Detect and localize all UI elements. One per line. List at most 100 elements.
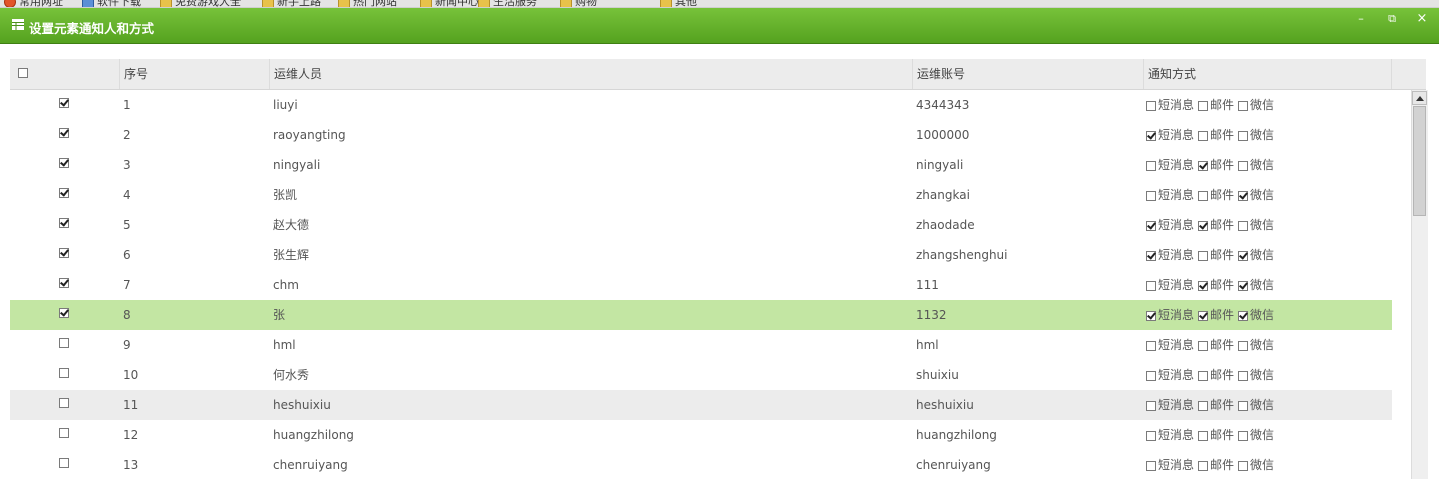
bookmark-item[interactable]: 热门网站 [338, 0, 397, 7]
notify-option-email[interactable]: 邮件 [1198, 240, 1234, 270]
bookmark-item[interactable]: 常用网址 [4, 0, 63, 7]
row-select-checkbox[interactable] [59, 128, 69, 138]
notify-option-sms[interactable]: 短消息 [1146, 450, 1194, 480]
sms-checkbox[interactable] [1146, 340, 1156, 351]
bookmark-item[interactable]: 免费游戏大全 [160, 0, 241, 7]
email-checkbox[interactable] [1198, 130, 1209, 141]
table-row[interactable]: 10 何水秀 shuixiu 短消息 邮件 微信 [10, 360, 1392, 390]
sms-checkbox[interactable] [1146, 370, 1156, 381]
notify-option-sms[interactable]: 短消息 [1146, 150, 1194, 180]
notify-option-email[interactable]: 邮件 [1198, 300, 1234, 330]
row-select-checkbox[interactable] [59, 248, 69, 258]
notify-option-wechat[interactable]: 微信 [1238, 390, 1274, 420]
wechat-checkbox[interactable] [1238, 250, 1249, 261]
scroll-thumb[interactable] [1413, 106, 1426, 216]
minimize-button[interactable]: – [1353, 12, 1369, 26]
table-row[interactable]: 2 raoyangting 1000000 短消息 邮件 微信 [10, 120, 1392, 150]
notify-option-email[interactable]: 邮件 [1198, 270, 1234, 300]
notify-option-sms[interactable]: 短消息 [1146, 120, 1194, 150]
sms-checkbox[interactable] [1146, 250, 1156, 261]
notify-option-email[interactable]: 邮件 [1198, 330, 1234, 360]
row-select-checkbox[interactable] [59, 278, 69, 288]
notify-option-sms[interactable]: 短消息 [1146, 180, 1194, 210]
email-checkbox[interactable] [1198, 100, 1209, 111]
notify-option-sms[interactable]: 短消息 [1146, 330, 1194, 360]
sms-checkbox[interactable] [1146, 220, 1156, 231]
email-checkbox[interactable] [1198, 400, 1209, 411]
wechat-checkbox[interactable] [1238, 340, 1249, 351]
notify-option-sms[interactable]: 短消息 [1146, 210, 1194, 240]
sms-checkbox[interactable] [1146, 130, 1156, 141]
email-checkbox[interactable] [1198, 430, 1209, 441]
notify-option-email[interactable]: 邮件 [1198, 90, 1234, 120]
notify-option-email[interactable]: 邮件 [1198, 210, 1234, 240]
sms-checkbox[interactable] [1146, 460, 1156, 471]
email-checkbox[interactable] [1198, 160, 1209, 171]
email-checkbox[interactable] [1198, 220, 1209, 231]
email-checkbox[interactable] [1198, 310, 1209, 321]
select-all-checkbox[interactable] [18, 68, 28, 78]
wechat-checkbox[interactable] [1238, 430, 1249, 441]
row-select-checkbox[interactable] [59, 158, 69, 168]
wechat-checkbox[interactable] [1238, 400, 1249, 411]
sms-checkbox[interactable] [1146, 400, 1156, 411]
notify-option-sms[interactable]: 短消息 [1146, 360, 1194, 390]
wechat-checkbox[interactable] [1238, 220, 1249, 231]
notify-option-wechat[interactable]: 微信 [1238, 210, 1274, 240]
notify-option-sms[interactable]: 短消息 [1146, 390, 1194, 420]
notify-option-email[interactable]: 邮件 [1198, 150, 1234, 180]
notify-option-wechat[interactable]: 微信 [1238, 150, 1274, 180]
row-select-checkbox[interactable] [59, 458, 69, 468]
table-row[interactable]: 5 赵大德 zhaodade 短消息 邮件 微信 [10, 210, 1392, 240]
row-select-checkbox[interactable] [59, 368, 69, 378]
wechat-checkbox[interactable] [1238, 100, 1249, 111]
notify-option-wechat[interactable]: 微信 [1238, 330, 1274, 360]
notify-option-wechat[interactable]: 微信 [1238, 360, 1274, 390]
notify-option-email[interactable]: 邮件 [1198, 360, 1234, 390]
notify-option-wechat[interactable]: 微信 [1238, 240, 1274, 270]
table-row[interactable]: 11 heshuixiu heshuixiu 短消息 邮件 微信 [10, 390, 1392, 420]
wechat-checkbox[interactable] [1238, 370, 1249, 381]
bookmark-item[interactable]: 新闻中心 [420, 0, 479, 7]
sms-checkbox[interactable] [1146, 190, 1156, 201]
notify-option-wechat[interactable]: 微信 [1238, 180, 1274, 210]
email-checkbox[interactable] [1198, 280, 1209, 291]
wechat-checkbox[interactable] [1238, 310, 1249, 321]
sms-checkbox[interactable] [1146, 160, 1156, 171]
notify-option-wechat[interactable]: 微信 [1238, 270, 1274, 300]
notify-option-email[interactable]: 邮件 [1198, 390, 1234, 420]
wechat-checkbox[interactable] [1238, 190, 1249, 201]
email-checkbox[interactable] [1198, 370, 1209, 381]
row-select-checkbox[interactable] [59, 98, 69, 108]
notify-option-sms[interactable]: 短消息 [1146, 270, 1194, 300]
row-select-checkbox[interactable] [59, 218, 69, 228]
sms-checkbox[interactable] [1146, 310, 1156, 321]
row-select-checkbox[interactable] [59, 188, 69, 198]
table-row[interactable]: 13 chenruiyang chenruiyang 短消息 邮件 微信 [10, 450, 1392, 480]
notify-option-wechat[interactable]: 微信 [1238, 420, 1274, 450]
table-row[interactable]: 9 hml hml 短消息 邮件 微信 [10, 330, 1392, 360]
row-select-checkbox[interactable] [59, 428, 69, 438]
vertical-scrollbar[interactable] [1411, 90, 1428, 479]
bookmark-item[interactable]: 生活服务 [478, 0, 537, 7]
table-row[interactable]: 8 张 1132 短消息 邮件 微信 [10, 300, 1392, 330]
notify-option-sms[interactable]: 短消息 [1146, 240, 1194, 270]
notify-option-email[interactable]: 邮件 [1198, 450, 1234, 480]
header-operator[interactable]: 运维人员 [269, 59, 912, 89]
wechat-checkbox[interactable] [1238, 280, 1249, 291]
notify-option-wechat[interactable]: 微信 [1238, 300, 1274, 330]
table-row[interactable]: 4 张凯 zhangkai 短消息 邮件 微信 [10, 180, 1392, 210]
restore-button[interactable]: ⧉ [1384, 12, 1400, 26]
email-checkbox[interactable] [1198, 460, 1209, 471]
notify-option-sms[interactable]: 短消息 [1146, 300, 1194, 330]
table-row[interactable]: 1 liuyi 4344343 短消息 邮件 微信 [10, 90, 1392, 120]
scroll-up-arrow-icon[interactable] [1412, 91, 1427, 105]
wechat-checkbox[interactable] [1238, 160, 1249, 171]
bookmark-item[interactable]: 新手上路 [262, 0, 321, 7]
bookmark-item[interactable]: 其他 [660, 0, 697, 7]
notify-option-email[interactable]: 邮件 [1198, 420, 1234, 450]
notify-option-email[interactable]: 邮件 [1198, 120, 1234, 150]
notify-option-wechat[interactable]: 微信 [1238, 90, 1274, 120]
notify-option-sms[interactable]: 短消息 [1146, 90, 1194, 120]
row-select-checkbox[interactable] [59, 308, 69, 318]
